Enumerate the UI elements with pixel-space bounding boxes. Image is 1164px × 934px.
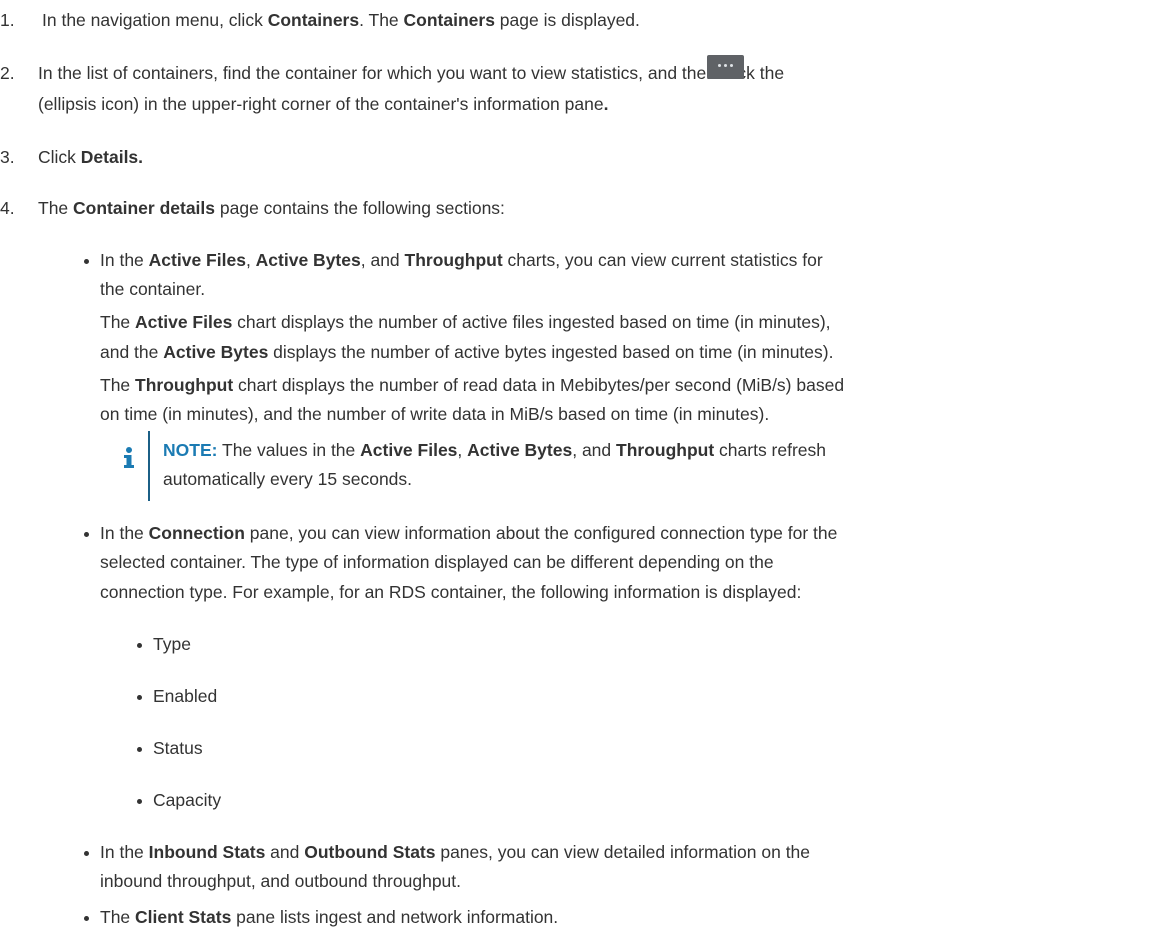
step-number: 3. (0, 147, 15, 167)
list-item: Capacity (136, 786, 221, 815)
info-icon (124, 447, 134, 468)
step-number: 2. (0, 63, 15, 83)
step-number: 4. (0, 198, 15, 218)
bullet-charts-line: the container. (100, 279, 206, 299)
bullet-charts: In the Active Files, Active Bytes, and T… (84, 246, 823, 275)
bullet-charts-line: on time (in minutes), and the number of … (100, 404, 770, 424)
note-line: automatically every 15 seconds. (163, 469, 413, 489)
bullet-charts-line: The Active Files chart displays the numb… (100, 312, 831, 332)
note-label: NOTE: (163, 440, 218, 460)
step-text: In the navigation menu, click Containers… (42, 10, 640, 30)
bullet-connection-line: selected container. The type of informat… (100, 552, 774, 572)
step-text: The Container details page contains the … (38, 198, 505, 218)
step-text: In the list of containers, find the cont… (38, 63, 785, 83)
note: NOTE: The values in the Active Files, Ac… (163, 440, 827, 460)
bullet-charts-line: and the Active Bytes displays the number… (100, 342, 834, 362)
bullet-client: The Client Stats pane lists ingest and n… (83, 903, 558, 932)
bullet-connection: In the Connection pane, you can view inf… (83, 519, 837, 548)
list-item: Enabled (136, 682, 217, 711)
bullet-stats: In the Inbound Stats and Outbound Stats … (83, 838, 810, 867)
document: 1. In the navigation menu, click Contain… (0, 0, 1164, 934)
step-number: 1. (0, 10, 15, 30)
step-text: Click Details. (38, 147, 144, 167)
list-item: Type (137, 630, 191, 659)
list-item: Status (137, 734, 203, 763)
bullet-stats-line: inbound throughput, and outbound through… (100, 871, 462, 891)
bullet-connection-line: connection type. For example, for an RDS… (100, 582, 802, 602)
ellipsis-icon (707, 55, 744, 79)
step-2-continued: (ellipsis icon) in the upper-right corne… (38, 94, 609, 114)
bullet-charts-line: The Throughput chart displays the number… (100, 375, 845, 395)
note-divider (148, 431, 150, 501)
